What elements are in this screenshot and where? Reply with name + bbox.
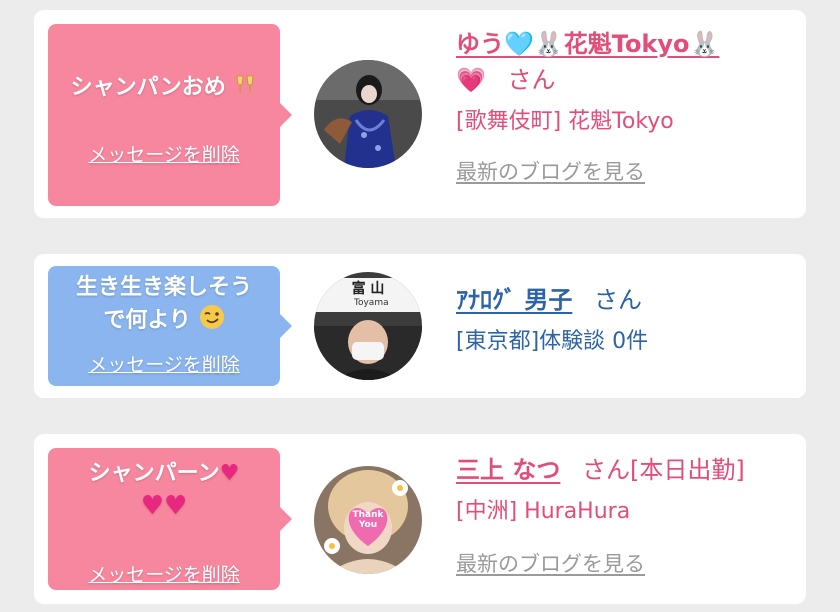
shop-detail: [中洲] HuraHura [456,499,631,524]
avatar-photo [314,60,422,168]
latest-blog-link[interactable]: 最新のブログを見る [456,156,719,186]
profile-info: ｱﾅﾛｸﾞ 男子 さん [東京都]体験談 0件 [456,282,648,358]
delete-message-link[interactable]: メッセージを削除 [48,560,280,587]
thank-you-sticker: Thank You [352,510,384,530]
profile-info: ゆう🩵🐰花魁Tokyo🐰 💗 さん [歌舞伎町] 花魁Tokyo 最新のブログを… [456,26,719,186]
message-card-2: 生き生き楽しそう で何より メッセージを削除 富 山 Toyama ｱﾅﾛｸﾞ … [34,254,806,398]
heart-icon: 💗 [456,66,486,94]
message-bubble: シャンパーン♥ ♥♥ メッセージを削除 [48,448,292,590]
message-bubble: シャンパンおめ メッセージを削除 [48,24,292,206]
shop-detail: [歌舞伎町] 花魁Tokyo [456,109,674,134]
profile-name-link[interactable]: ゆう🩵🐰花魁Tokyo🐰 [456,30,719,58]
heart-icons: ♥♥ [140,491,188,521]
message-text: シャンパンおめ [48,72,280,104]
delete-message-link[interactable]: メッセージを削除 [48,140,280,167]
message-text: 生き生き楽しそう で何より [75,275,252,333]
latest-blog-link[interactable]: 最新のブログを見る [456,548,745,578]
avatar[interactable]: 富 山 Toyama [314,272,422,380]
honorific-label: さん [507,66,556,94]
delete-message-link[interactable]: メッセージを削除 [48,350,280,377]
avatar[interactable]: Thank You [314,466,422,574]
message-card-3: シャンパーン♥ ♥♥ メッセージを削除 Thank You 三上 なつ さん[本… [34,434,806,604]
honorific-label: さん [582,456,630,484]
profile-info: 三上 なつ さん[本日出勤] [中洲] HuraHura 最新のブログを見る [456,452,745,578]
sign-subtext: Toyama [354,298,389,308]
heart-icon: ♥ [219,461,240,486]
message-bubble: 生き生き楽しそう で何より メッセージを削除 [48,266,292,386]
profile-name-link[interactable]: 三上 なつ [456,456,560,484]
message-card-1: シャンパンおめ メッセージを削除 ゆう🩵🐰花魁Tokyo🐰 💗 さん [歌舞伎町… [34,10,806,218]
avatar[interactable] [314,60,422,168]
sign-text: 富 山 [351,281,385,297]
shop-detail: [東京都]体験談 0件 [456,329,649,354]
profile-name-link[interactable]: ｱﾅﾛｸﾞ 男子 [456,286,572,314]
status-badge: [本日出勤] [630,456,745,484]
honorific-label: さん [594,286,642,314]
winking-face-icon [199,305,224,329]
message-text: シャンパーン♥ ♥♥ [48,458,280,522]
champagne-glasses-icon [236,75,254,93]
